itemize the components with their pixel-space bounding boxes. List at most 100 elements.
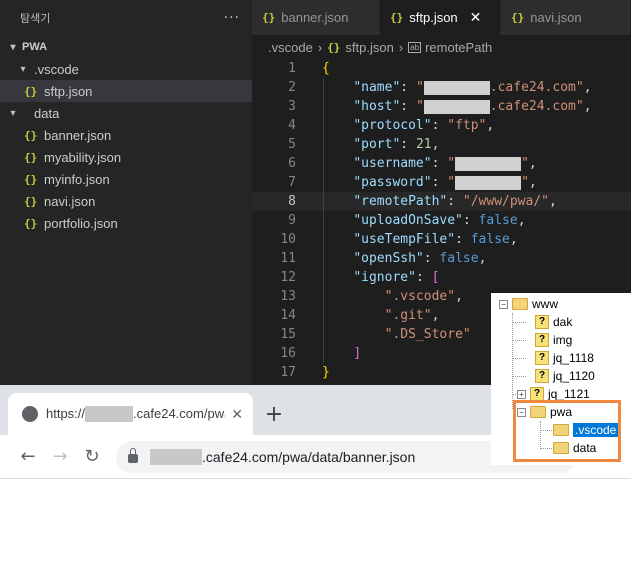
tree-item-label: myability.json <box>44 149 122 165</box>
ftp-folder-tree: − www ? dak ? img ? jq_1118 ? jq_1120 + … <box>491 293 631 465</box>
forward-arrow-icon[interactable]: → <box>44 446 76 467</box>
browser-tab-title: https://.cafe24.com/pwa <box>46 405 226 423</box>
unknown-folder-icon: ? <box>535 333 549 347</box>
close-icon[interactable]: ✕ <box>231 406 243 423</box>
tree-item-label: sftp.json <box>44 83 93 99</box>
folder-icon <box>530 406 546 418</box>
tree-root-pwa[interactable]: ▾ PWA <box>0 36 252 58</box>
tree-item-sftp-json[interactable]: {} sftp.json <box>0 80 252 102</box>
tree-item-vscode-folder[interactable]: ▾ .vscode <box>0 58 252 80</box>
tree-item-navi-json[interactable]: {} navi.json <box>0 190 252 212</box>
chevron-right-icon: › <box>317 39 323 55</box>
tree-line <box>512 358 526 359</box>
expand-icon[interactable]: + <box>517 389 526 399</box>
code-line: 1{ <box>288 61 330 76</box>
ftp-item-label: jq_1121 <box>548 387 590 401</box>
tree-item-label: myinfo.json <box>44 171 110 187</box>
breadcrumb: .vscode › {} sftp.json › ab remotePath <box>252 36 631 58</box>
chevron-down-icon: ▾ <box>10 41 16 53</box>
tree-item-banner-json[interactable]: {} banner.json <box>0 124 252 146</box>
code-line: 6 "username": " ", <box>288 156 537 171</box>
ftp-item-label-selected: .vscode <box>573 423 619 437</box>
browser-tab[interactable]: https://.cafe24.com/pwa ✕ <box>8 393 253 435</box>
tree-line <box>512 376 526 377</box>
tree-root-label: PWA <box>22 41 48 53</box>
back-arrow-icon[interactable]: ← <box>12 446 44 467</box>
redacted-text <box>455 175 522 190</box>
ftp-folder-data[interactable]: data <box>553 439 596 457</box>
redacted-text <box>423 99 490 114</box>
ftp-item-label: jq_1118 <box>553 351 594 365</box>
tree-item-label: data <box>34 105 60 121</box>
json-file-icon: {} <box>24 128 38 142</box>
ftp-folder-pwa[interactable]: − pwa <box>517 403 572 421</box>
unknown-folder-icon: ? <box>535 315 549 329</box>
editor-tabs: {} banner.json {} sftp.json ✕ {} navi.js… <box>252 0 631 35</box>
code-line: 12 "ignore": [ <box>280 270 440 285</box>
tab-banner-json[interactable]: {} banner.json <box>252 0 380 35</box>
code-line: 7 "password": " ", <box>288 175 537 190</box>
json-file-icon: {} <box>327 40 341 54</box>
json-file-icon: {} <box>24 216 38 230</box>
redacted-text <box>455 156 522 171</box>
breadcrumb-file[interactable]: sftp.json <box>345 40 393 55</box>
tree-item-myability-json[interactable]: {} myability.json <box>0 146 252 168</box>
ftp-folder-vscode[interactable]: .vscode <box>553 421 619 439</box>
ftp-item-label: img <box>553 333 573 347</box>
code-line: 10 "useTempFile": false, <box>280 232 518 247</box>
code-line: 2 "name": " .cafe24.com", <box>288 80 592 95</box>
ftp-item-label: www <box>532 297 558 311</box>
breadcrumb-symbol[interactable]: remotePath <box>425 40 492 55</box>
ftp-item-label: jq_1120 <box>553 369 595 383</box>
collapse-icon[interactable]: − <box>499 299 508 309</box>
ftp-item-label: dak <box>553 315 573 329</box>
tree-item-label: .vscode <box>34 61 79 77</box>
unknown-folder-icon: ? <box>535 369 549 383</box>
tree-item-myinfo-json[interactable]: {} myinfo.json <box>0 168 252 190</box>
explorer-title: 탐색기 <box>20 12 51 25</box>
json-file-icon: {} <box>24 172 38 186</box>
json-file-icon: {} <box>24 194 38 208</box>
tree-item-data-folder[interactable]: ▾ data <box>0 102 252 124</box>
redacted-text <box>423 80 490 95</box>
lock-icon <box>128 448 138 463</box>
code-line: 9 "uploadOnSave": false, <box>288 213 526 228</box>
explorer-header: 탐색기 ··· <box>0 0 252 36</box>
collapse-icon[interactable]: − <box>517 407 526 417</box>
tree-item-label: navi.json <box>44 193 96 209</box>
new-tab-button[interactable]: + <box>257 393 291 435</box>
tree-line <box>512 322 526 323</box>
ftp-folder-jq1120[interactable]: ? jq_1120 <box>535 367 595 385</box>
json-file-icon: {} <box>511 11 525 24</box>
reload-icon[interactable]: ↻ <box>76 446 108 467</box>
redacted-text <box>150 448 202 465</box>
code-line: 5 "port": 21, <box>288 137 440 152</box>
globe-icon <box>22 406 38 422</box>
redacted-text <box>85 406 134 423</box>
tab-navi-json[interactable]: {} navi.json <box>501 0 631 35</box>
ftp-folder-www[interactable]: − www <box>499 295 558 313</box>
more-actions-icon[interactable]: ··· <box>224 10 240 26</box>
tree-item-portfolio-json[interactable]: {} portfolio.json <box>0 212 252 234</box>
unknown-folder-icon: ? <box>535 351 549 365</box>
indent-guide <box>323 78 324 363</box>
ftp-folder-dak[interactable]: ? dak <box>535 313 572 331</box>
tree-line <box>540 448 554 449</box>
code-line: 11 "openSsh": false, <box>280 251 487 266</box>
folder-icon <box>553 442 569 454</box>
code-line: 4 "protocol": "ftp", <box>288 118 495 133</box>
ftp-folder-jq1118[interactable]: ? jq_1118 <box>535 349 594 367</box>
ftp-folder-img[interactable]: ? img <box>535 331 572 349</box>
tree-item-label: banner.json <box>44 127 112 143</box>
tree-item-label: portfolio.json <box>44 215 118 231</box>
ftp-folder-jq1121[interactable]: + ? jq_1121 <box>517 385 590 403</box>
folder-icon <box>512 298 528 310</box>
close-icon[interactable]: ✕ <box>470 9 482 26</box>
tab-label: navi.json <box>530 10 582 25</box>
code-line: 3 "host": " .cafe24.com", <box>288 99 592 114</box>
json-file-icon: {} <box>390 11 404 24</box>
tab-sftp-json[interactable]: {} sftp.json ✕ <box>380 0 501 35</box>
breadcrumb-folder[interactable]: .vscode <box>268 40 313 55</box>
ftp-item-label: data <box>573 441 597 455</box>
tree-line <box>540 421 541 449</box>
